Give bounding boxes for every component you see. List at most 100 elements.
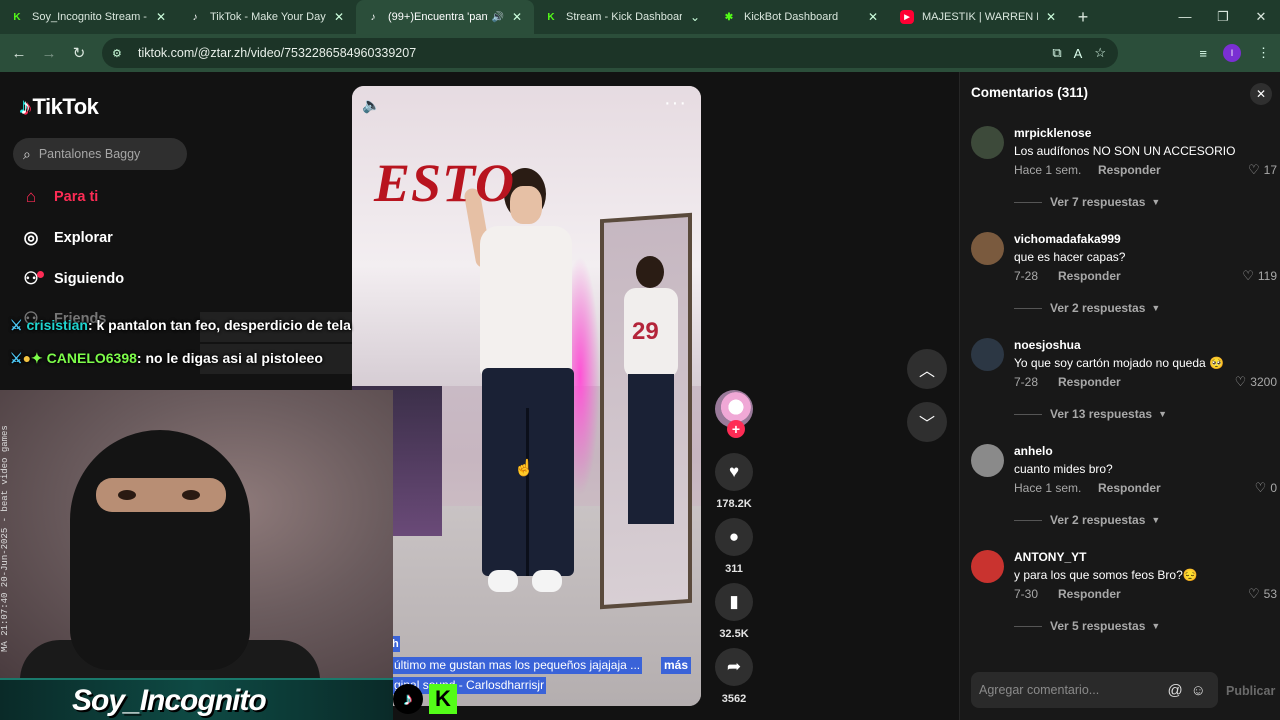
comment-like-button[interactable]: ♡ 119 (1242, 268, 1277, 284)
nav-for-you[interactable]: ⌂ Para ti (20, 186, 98, 208)
comment-like-button[interactable]: ♡ 53 (1248, 586, 1277, 602)
view-replies-button[interactable]: Ver 2 respuestas ▼ (1014, 513, 1160, 527)
emoji-icon[interactable]: ☺ (1191, 682, 1206, 699)
install-app-icon[interactable]: ⧉ (1052, 45, 1061, 61)
avatar[interactable] (971, 232, 1004, 265)
streamer-banner: Soy_Incognito (0, 678, 393, 720)
nav-label: Siguiendo (54, 271, 125, 287)
back-icon[interactable]: ← (4, 45, 34, 62)
reply-button[interactable]: Responder (1098, 163, 1161, 177)
heart-outline-icon: ♡ (1242, 268, 1254, 283)
streamer-name: Soy_Incognito (72, 684, 267, 717)
more-description-link[interactable]: más (661, 657, 692, 674)
tab-youtube[interactable]: ▶ MAJESTIK | WARREN BEAT ✕ (890, 0, 1068, 34)
view-replies-button[interactable]: Ver 2 respuestas ▼ (1014, 301, 1160, 315)
home-icon: ⌂ (25, 187, 37, 206)
more-options-icon[interactable]: ··· (664, 92, 687, 115)
heart-icon: ♥ (728, 462, 740, 481)
avatar[interactable] (971, 444, 1004, 477)
comment-user[interactable]: noesjoshua (1014, 338, 1081, 352)
comment-button[interactable]: ● (715, 518, 753, 556)
minimize-icon[interactable]: — (1166, 0, 1204, 34)
media-controls-icon[interactable]: ≡ (1199, 46, 1207, 61)
view-replies-button[interactable]: Ver 5 respuestas ▼ (1014, 619, 1160, 633)
comment-like-button[interactable]: ♡ 3200 (1235, 374, 1277, 390)
reload-icon[interactable]: ↻ (64, 44, 94, 62)
view-replies-button[interactable]: Ver 7 respuestas ▼ (1014, 195, 1160, 209)
tab-tiktok-home[interactable]: ♪ TikTok - Make Your Day ✕ (178, 0, 356, 34)
mention-icon[interactable]: @ (1167, 682, 1182, 699)
chat-username: CANELO6398 (46, 350, 137, 366)
comment-user[interactable]: vichomadafaka999 (1014, 232, 1121, 246)
bookmark-star-icon[interactable]: ☆ (1094, 45, 1106, 61)
new-tab-button[interactable]: + (1068, 7, 1098, 28)
tiktok-logo[interactable]: ♪ TikTok (20, 94, 99, 120)
compass-icon: ◎ (23, 228, 39, 247)
forward-icon[interactable]: → (34, 45, 64, 62)
chevron-up-icon: ︿ (918, 363, 935, 380)
restore-icon[interactable]: ❐ (1204, 0, 1242, 34)
video-author[interactable]: h (392, 636, 400, 652)
chat-message: ⚔ crisistian: k pantalon tan feo, desper… (10, 317, 351, 333)
heart-outline-icon: ♡ (1247, 586, 1260, 601)
reply-button[interactable]: Responder (1058, 375, 1121, 389)
comment-like-button[interactable]: ♡ 0 (1255, 480, 1277, 496)
like-button[interactable]: ♥ (715, 453, 753, 491)
video-player[interactable]: 29 ESTO 🔈 ··· ☝ h último me gustan mas l… (352, 86, 701, 706)
nav-explore[interactable]: ◎ Explorar (20, 227, 113, 249)
view-replies-label: Ver 2 respuestas (1050, 301, 1146, 315)
comment-time: Hace 1 sem. (1014, 481, 1082, 495)
address-bar[interactable]: ⚙ tiktok.com/@ztar.zh/video/753228658496… (102, 38, 1118, 68)
tiktok-icon: ♪ (20, 94, 31, 119)
close-tab-icon[interactable]: ✕ (154, 10, 168, 24)
close-tab-icon[interactable]: ✕ (1044, 10, 1058, 24)
notification-dot (37, 271, 44, 278)
volume-icon[interactable]: 🔈 (362, 96, 381, 114)
comment-user[interactable]: ANTONY_YT (1014, 550, 1086, 564)
site-info-icon[interactable]: ⚙ (112, 47, 128, 60)
nav-following[interactable]: ⚇ Siguiendo (20, 268, 124, 290)
search-input[interactable]: ⌕ Pantalones Baggy (13, 138, 187, 170)
divider (1014, 625, 1042, 627)
comment-input-actions: @ ☺ (1167, 672, 1206, 708)
comment-time: Hace 1 sem. (1014, 163, 1082, 177)
tab-audio-icon[interactable]: 🔊 (492, 12, 504, 23)
tab-kick-stream[interactable]: K Soy_Incognito Stream - W ✕ (0, 0, 178, 34)
tab-tiktok-search[interactable]: ♪ (99+)Encuentra 'pantal 🔊 ✕ (356, 0, 534, 34)
platform-icons: ♪ K (393, 678, 463, 720)
view-replies-button[interactable]: Ver 13 respuestas ▼ (1014, 407, 1167, 421)
reply-button[interactable]: Responder (1058, 587, 1121, 601)
profile-avatar[interactable]: I (1223, 44, 1241, 62)
translate-icon[interactable]: A (1074, 46, 1083, 61)
comment-like-count: 3200 (1250, 375, 1277, 389)
nav-label: Para ti (54, 189, 99, 205)
tab-kick-dashboard[interactable]: K Stream - Kick Dashboard ⌄ (534, 0, 712, 34)
save-button[interactable]: ▮ (715, 583, 753, 621)
menu-icon[interactable]: ⋮ (1257, 45, 1270, 61)
avatar[interactable] (971, 126, 1004, 159)
comment-input[interactable]: Agregar comentario... @ ☺ (971, 672, 1218, 708)
comment-item: mrpicklenose Los audífonos NO SON UN ACC… (971, 126, 1277, 226)
close-comments-button[interactable]: ✕ (1250, 83, 1272, 105)
reply-button[interactable]: Responder (1098, 481, 1161, 495)
chevron-down-icon[interactable]: ⌄ (688, 10, 702, 24)
comment-user[interactable]: mrpicklenose (1014, 126, 1091, 140)
chat-username: crisistian (26, 317, 88, 333)
close-tab-icon[interactable]: ✕ (332, 10, 346, 24)
close-tab-icon[interactable]: ✕ (866, 10, 880, 24)
close-window-icon[interactable]: ✕ (1242, 0, 1280, 34)
previous-video-button[interactable]: ︿ (907, 349, 947, 389)
follow-plus-icon[interactable]: + (727, 420, 745, 438)
post-comment-button[interactable]: Publicar (1226, 684, 1275, 698)
tiktok-icon: ♪ (393, 684, 423, 714)
comment-like-button[interactable]: ♡ 17 (1248, 162, 1277, 178)
reply-button[interactable]: Responder (1058, 269, 1121, 283)
tab-kickbot[interactable]: ✱ KickBot Dashboard ✕ (712, 0, 890, 34)
next-video-button[interactable]: ﹀ (907, 402, 947, 442)
share-button[interactable]: ➦ (715, 648, 753, 686)
nav-label: Explorar (54, 230, 113, 246)
avatar[interactable] (971, 338, 1004, 371)
avatar[interactable] (971, 550, 1004, 583)
close-tab-icon[interactable]: ✕ (510, 10, 524, 24)
comment-user[interactable]: anhelo (1014, 444, 1053, 458)
